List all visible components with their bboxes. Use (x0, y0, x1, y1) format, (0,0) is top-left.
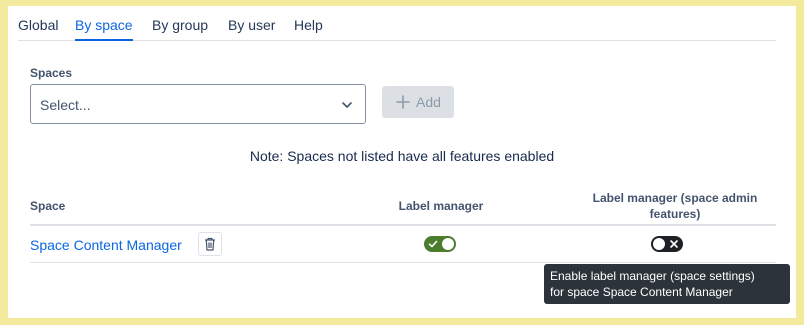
column-header-label-manager-admin-line1: Label manager (space admin (592, 191, 758, 205)
spaces-select-placeholder: Select... (40, 97, 91, 113)
tab-bar: Global By space By group By user Help (18, 6, 776, 41)
tab-by-group[interactable]: By group (152, 17, 208, 39)
settings-panel: Global By space By group By user Help Sp… (8, 6, 796, 318)
tab-help[interactable]: Help (294, 17, 323, 39)
table-header-divider (30, 224, 776, 226)
toggle-tooltip: Enable label manager (space settings) fo… (544, 264, 790, 304)
column-header-label-manager-admin-line2: features) (649, 207, 701, 221)
table-row-divider (30, 262, 776, 263)
tooltip-line2: for space Space Content Manager (550, 285, 733, 299)
column-header-label-manager-admin: Label manager (space admin features) (568, 190, 782, 222)
toggle-knob (442, 238, 454, 250)
tooltip-line1: Enable label manager (space settings) (550, 269, 755, 283)
label-manager-toggle[interactable] (424, 236, 456, 252)
spaces-label: Spaces (30, 66, 73, 80)
close-icon (670, 240, 678, 248)
toggle-knob (653, 238, 665, 250)
column-header-label-manager: Label manager (398, 199, 484, 213)
plus-icon (396, 95, 410, 109)
note-text: Note: Spaces not listed have all feature… (249, 148, 555, 164)
chevron-down-icon (342, 102, 352, 108)
tab-global[interactable]: Global (18, 17, 58, 39)
column-header-space: Space (30, 199, 66, 213)
space-link[interactable]: Space Content Manager (30, 237, 182, 253)
tab-by-space[interactable]: By space (75, 17, 133, 41)
trash-icon (205, 237, 215, 251)
tab-by-user[interactable]: By user (228, 17, 275, 39)
label-manager-admin-toggle[interactable] (651, 236, 683, 252)
add-button-label: Add (416, 94, 441, 110)
spaces-select[interactable]: Select... (30, 84, 366, 124)
delete-space-button[interactable] (198, 232, 222, 256)
check-icon (428, 240, 438, 248)
add-button[interactable]: Add (382, 86, 454, 118)
